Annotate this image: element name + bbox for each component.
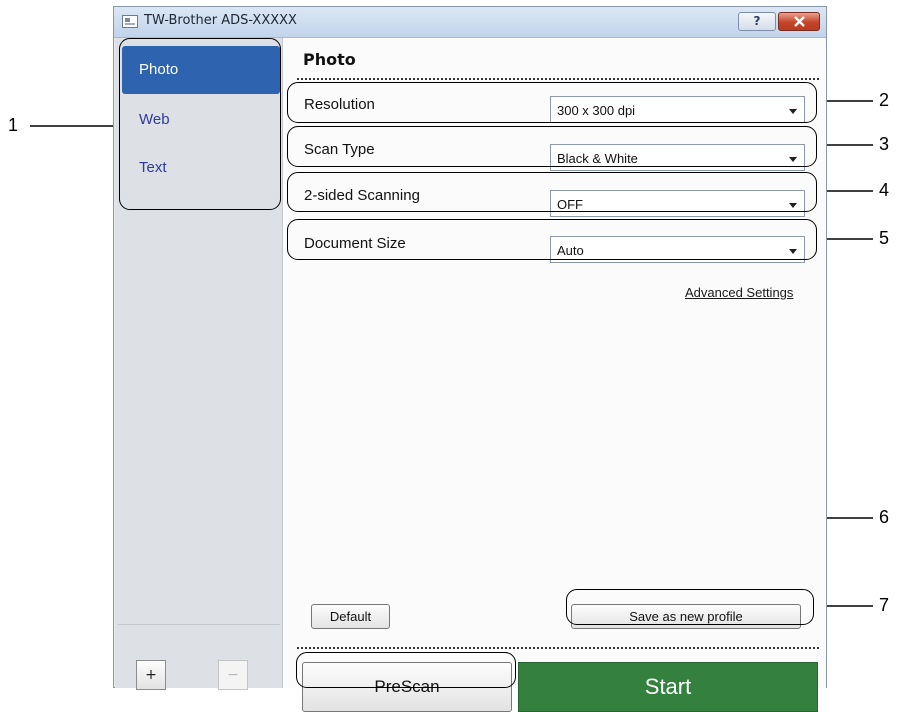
default-button[interactable]: Default <box>311 604 390 629</box>
title-bar: TW-Brother ADS-XXXXX ? <box>114 7 826 38</box>
remove-profile-button[interactable]: − <box>218 660 248 690</box>
callout-4-outline <box>287 172 817 212</box>
callout-number-1: 1 <box>8 115 19 135</box>
advanced-settings-link[interactable]: Advanced Settings <box>685 285 793 300</box>
callout-number-6: 6 <box>879 507 890 527</box>
callout-1-outline <box>119 38 281 210</box>
callout-2-outline <box>287 82 817 123</box>
close-button[interactable] <box>778 12 820 31</box>
callout-7-outline <box>566 589 814 625</box>
close-icon <box>794 16 805 27</box>
callout-6-outline <box>296 652 516 688</box>
footer-divider <box>297 647 819 649</box>
callout-number-2: 2 <box>879 90 890 110</box>
callout-number-7: 7 <box>879 595 890 615</box>
sidebar-divider <box>118 624 280 625</box>
add-profile-button[interactable]: + <box>136 660 166 690</box>
callout-5-outline <box>287 219 817 260</box>
callout-number-5: 5 <box>879 228 890 248</box>
callout-number-3: 3 <box>879 134 890 154</box>
start-button[interactable]: Start <box>518 662 818 712</box>
help-button[interactable]: ? <box>738 12 776 31</box>
window-title: TW-Brother ADS-XXXXX <box>144 13 297 28</box>
callout-3-outline <box>287 126 817 167</box>
heading-divider <box>297 78 819 80</box>
callout-number-4: 4 <box>879 180 890 200</box>
app-window-icon <box>122 15 138 28</box>
page-title: Photo <box>303 50 356 69</box>
